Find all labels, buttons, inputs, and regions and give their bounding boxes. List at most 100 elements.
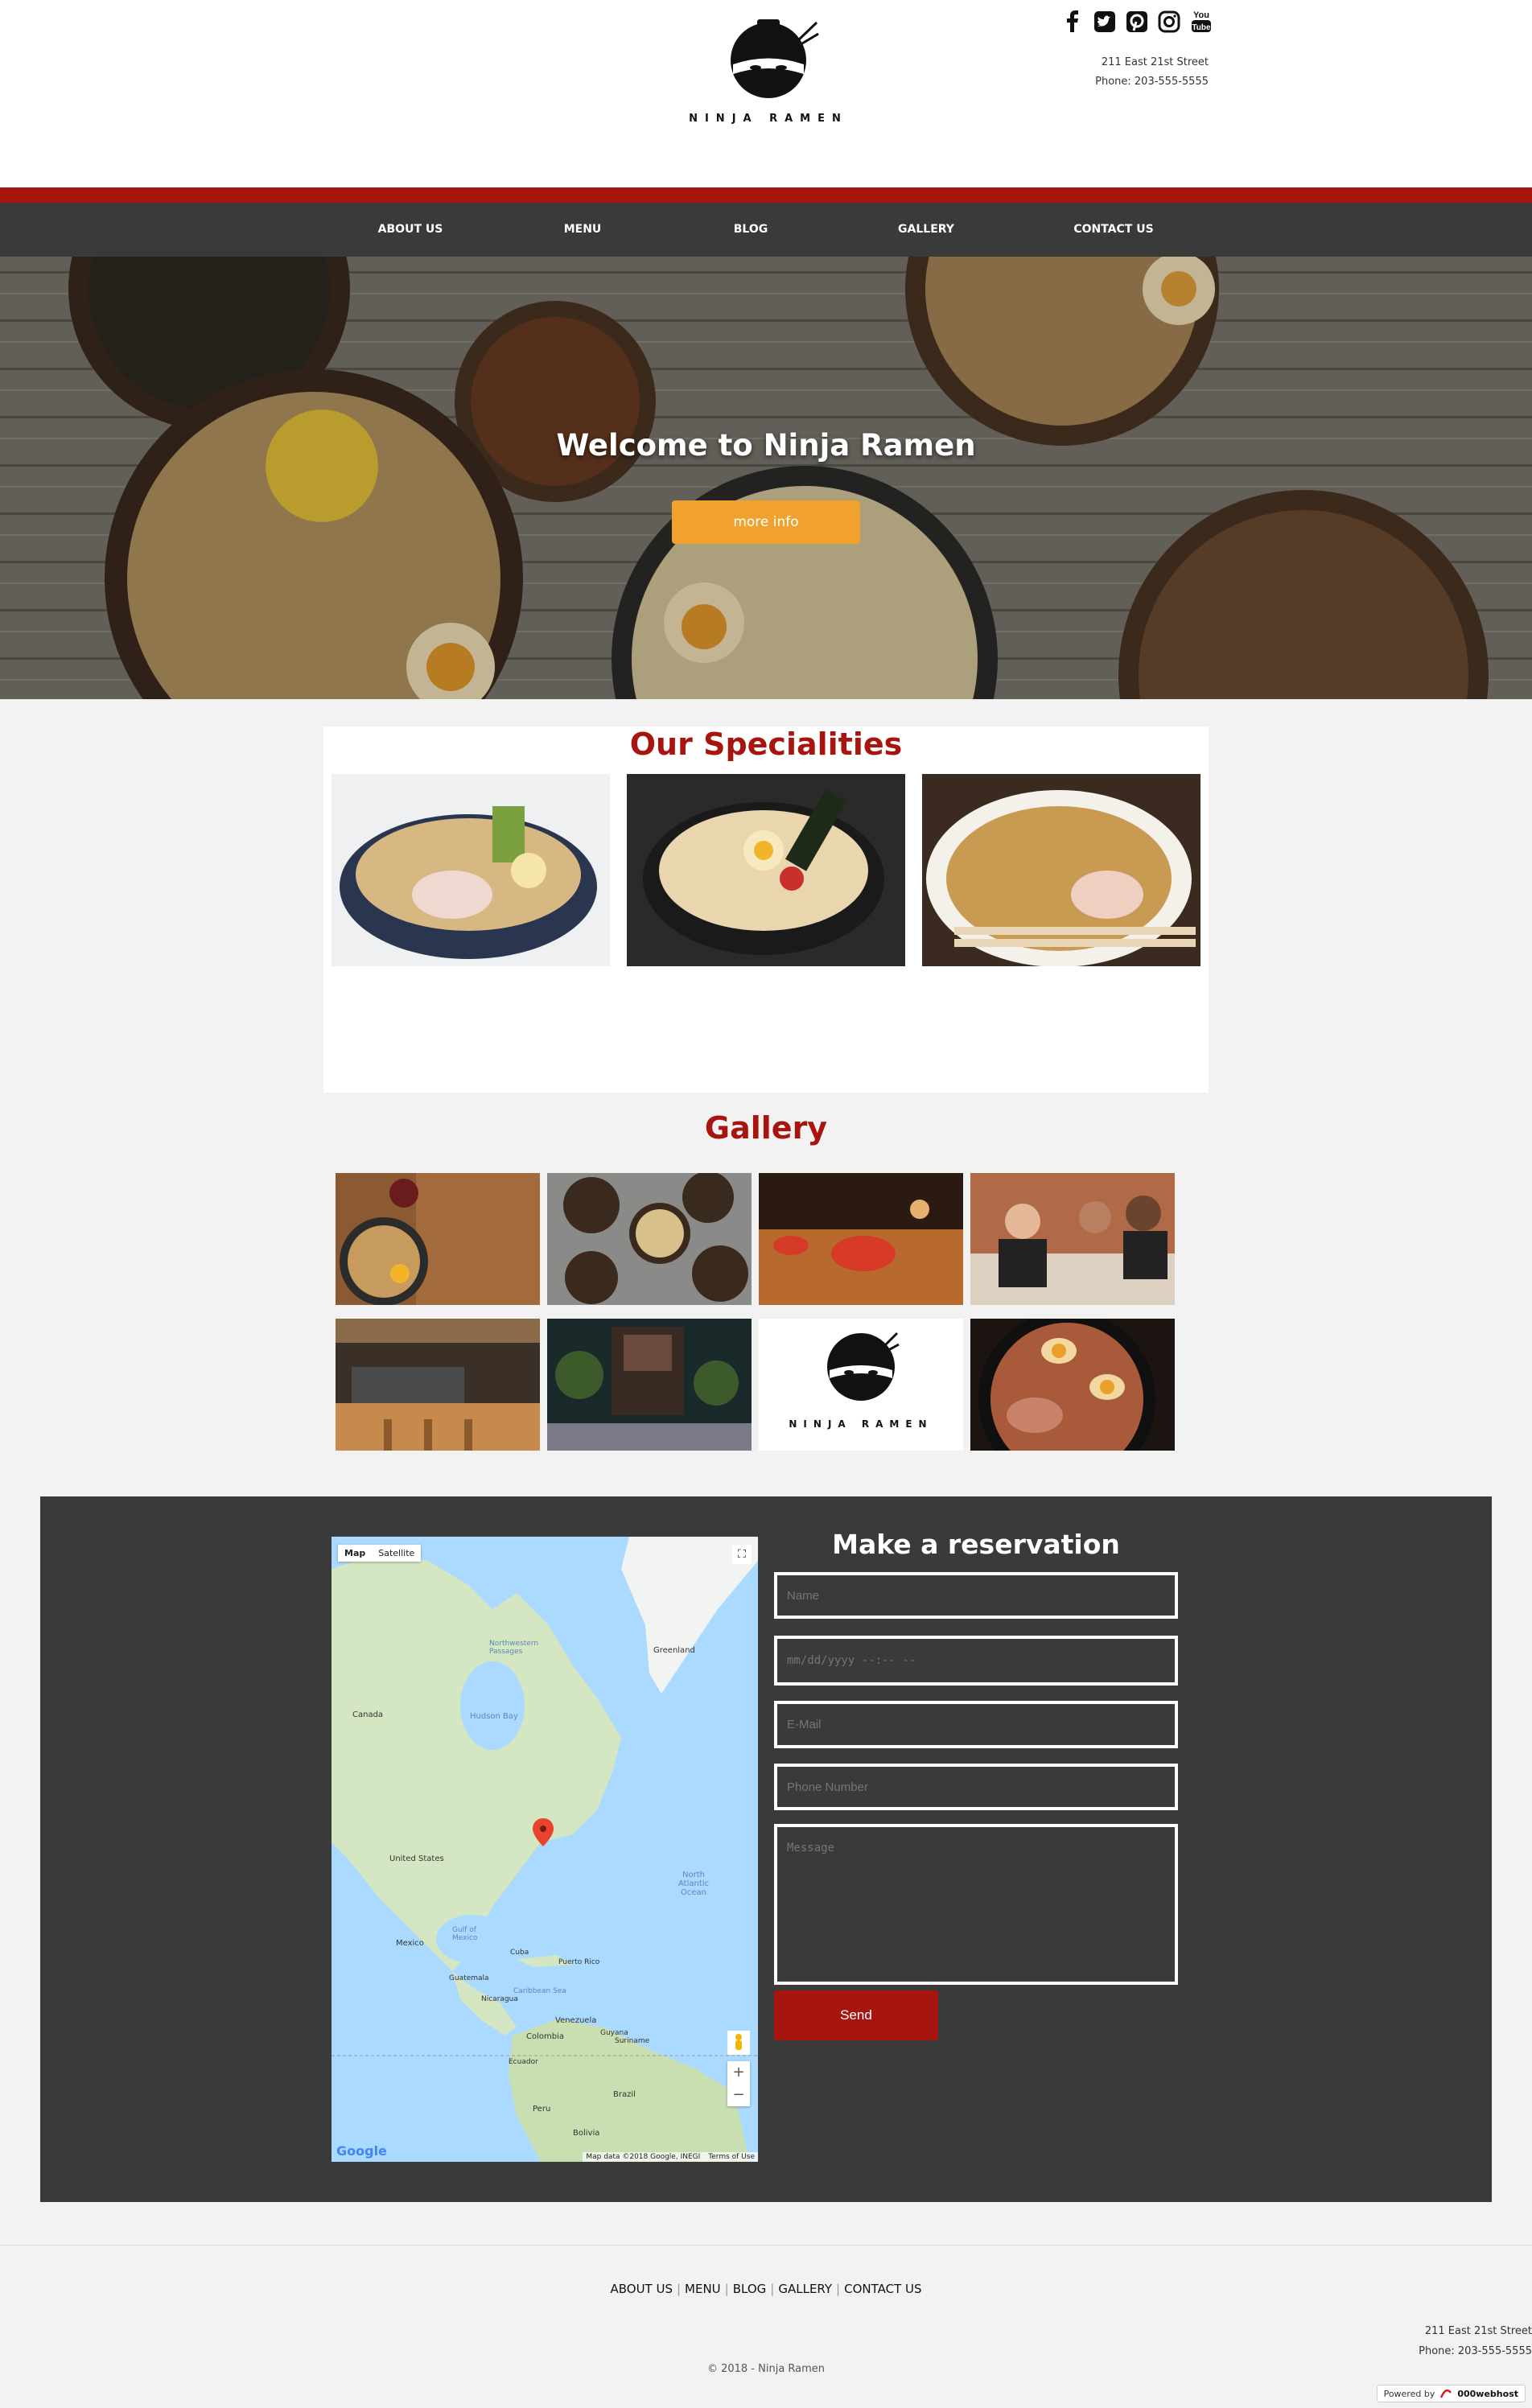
copyright: © 2018 - Ninja Ramen xyxy=(706,2363,826,2375)
nav-about-us[interactable]: ABOUT US xyxy=(346,203,475,257)
nav-blog[interactable]: BLOG xyxy=(686,203,815,257)
footer-link-gallery[interactable]: GALLERY xyxy=(778,2282,832,2296)
header-address: 211 East 21st Street xyxy=(1101,56,1209,68)
message-field[interactable] xyxy=(774,1824,1178,1985)
map-tab-satellite[interactable]: Satellite xyxy=(372,1545,421,1562)
gallery-logo-wordmark: NINJA RAMEN xyxy=(789,1418,933,1430)
google-wordmark: Google xyxy=(336,2143,387,2159)
reservation-title: Make a reservation xyxy=(832,1529,1120,1560)
reservation-form: Make a reservation Send xyxy=(774,1529,1178,2040)
nav-gallery[interactable]: GALLERY xyxy=(862,203,990,257)
map-label: Mexico xyxy=(396,1939,424,1948)
map-tiles xyxy=(332,1537,758,2162)
ninja-bowl-icon xyxy=(731,19,819,98)
footer-link-about-us[interactable]: ABOUT US xyxy=(610,2282,673,2296)
fullscreen-icon[interactable]: ⛶ xyxy=(732,1545,752,1564)
svg-text:Tube: Tube xyxy=(1192,23,1211,32)
name-field[interactable] xyxy=(774,1572,1178,1619)
youtube-icon[interactable]: You Tube xyxy=(1189,8,1213,34)
map-zoom-control: + − xyxy=(727,2061,750,2106)
pegman-icon[interactable] xyxy=(727,2031,750,2055)
map-label: Guatemala xyxy=(449,1974,489,1982)
footer-address: 211 East 21st Street xyxy=(1424,2325,1532,2337)
site-header: NINJA RAMEN You Tube 211 East 21st Street… xyxy=(0,0,1532,187)
specialities-section: Our Specialities xyxy=(323,727,1209,1093)
map-label: Venezuela xyxy=(555,2016,597,2025)
reservation-section: Greenland Canada Hudson Bay Northwestern… xyxy=(40,1496,1492,2202)
speciality-image-1[interactable] xyxy=(332,774,610,966)
hero-title: Welcome to Ninja Ramen xyxy=(556,428,976,463)
speciality-image-2[interactable] xyxy=(627,774,905,966)
gallery-title: Gallery xyxy=(704,1110,828,1146)
map-label: Hudson Bay xyxy=(470,1712,518,1721)
phone-field[interactable] xyxy=(774,1764,1178,1810)
map-data-credit: Map data ©2018 Google, INEGI xyxy=(586,2153,701,2161)
date-time-field[interactable] xyxy=(774,1636,1178,1686)
host-name: 000webhost xyxy=(1457,2388,1518,2399)
footer-link-menu[interactable]: MENU xyxy=(685,2282,721,2296)
social-links: You Tube xyxy=(1060,8,1213,34)
map-label: Ecuador xyxy=(509,2058,538,2066)
facebook-icon[interactable] xyxy=(1060,8,1085,34)
footer-phone: Phone: 203-555-5555 xyxy=(1419,2345,1532,2357)
map-label: North Atlantic Ocean xyxy=(677,1871,710,1897)
powered-by-badge[interactable]: Powered by 000webhost xyxy=(1376,2385,1526,2402)
map-label: Bolivia xyxy=(573,2129,600,2138)
logo-wordmark: NINJA RAMEN xyxy=(689,113,848,125)
map-label: Suriname xyxy=(615,2037,650,2045)
map-label: Gulf of Mexico xyxy=(452,1926,478,1942)
webhost-logo-icon xyxy=(1440,2389,1452,2398)
hero-ramen-image xyxy=(0,257,1532,699)
footer-link-blog[interactable]: BLOG xyxy=(733,2282,767,2296)
ninja-ramen-logo[interactable]: NINJA RAMEN xyxy=(680,16,857,137)
zoom-out-button[interactable]: − xyxy=(727,2084,750,2106)
more-info-button[interactable]: more info xyxy=(672,500,860,544)
google-map[interactable]: Greenland Canada Hudson Bay Northwestern… xyxy=(332,1537,758,2162)
footer-separator: | xyxy=(836,2282,841,2296)
map-label: Guyana xyxy=(600,2029,628,2037)
map-label: Canada xyxy=(352,1710,384,1719)
send-button[interactable]: Send xyxy=(774,1990,938,2040)
map-label: Northwestern Passages xyxy=(489,1640,539,1656)
footer-separator: | xyxy=(676,2282,682,2296)
nav-contact-us[interactable]: CONTACT US xyxy=(1049,203,1178,257)
map-label: Caribbean Sea xyxy=(513,1987,566,1995)
header-phone: Phone: 203-555-5555 xyxy=(1095,76,1209,88)
twitter-icon[interactable] xyxy=(1093,8,1117,34)
map-tab-map[interactable]: Map xyxy=(338,1545,372,1562)
gallery-image-3[interactable] xyxy=(759,1173,963,1305)
specialities-title: Our Specialities xyxy=(629,727,903,762)
map-label: Nicaragua xyxy=(481,1995,518,2003)
gallery-image-6[interactable] xyxy=(547,1319,752,1451)
speciality-image-3[interactable] xyxy=(922,774,1200,966)
map-credits: Map data ©2018 Google, INEGI Terms of Us… xyxy=(583,2152,758,2162)
map-terms-link[interactable]: Terms of Use xyxy=(708,2153,755,2161)
nav-menu[interactable]: MENU xyxy=(518,203,647,257)
ninja-bowl-icon xyxy=(827,1332,900,1401)
gallery-image-8[interactable] xyxy=(970,1319,1175,1451)
footer-link-contact-us[interactable]: CONTACT US xyxy=(844,2282,921,2296)
google-logo: Google xyxy=(336,2143,387,2159)
gallery-image-4[interactable] xyxy=(970,1173,1175,1305)
map-label: Puerto Rico xyxy=(558,1958,600,1966)
pinterest-icon[interactable] xyxy=(1125,8,1149,34)
instagram-icon[interactable] xyxy=(1157,8,1181,34)
footer-contact: 211 East 21st Street Phone: 203-555-5555 xyxy=(1419,2321,1532,2361)
map-label: Cuba xyxy=(510,1949,529,1957)
gallery-image-2[interactable] xyxy=(547,1173,752,1305)
map-label: Greenland xyxy=(653,1646,695,1655)
zoom-in-button[interactable]: + xyxy=(727,2061,750,2084)
map-type-control: Map Satellite xyxy=(338,1545,422,1562)
main-nav: ABOUT US MENU BLOG GALLERY CONTACT US xyxy=(0,203,1532,257)
map-label: Peru xyxy=(533,2105,551,2114)
map-label: United States xyxy=(389,1854,444,1863)
header-contact: 211 East 21st Street Phone: 203-555-5555 xyxy=(1095,53,1209,92)
map-label: Brazil xyxy=(613,2090,636,2099)
gallery-image-5[interactable] xyxy=(336,1319,540,1451)
svg-text:You: You xyxy=(1193,10,1209,20)
map-label: Colombia xyxy=(526,2032,564,2041)
footer-separator: | xyxy=(770,2282,775,2296)
email-field[interactable] xyxy=(774,1701,1178,1748)
gallery-logo-image[interactable]: NINJA RAMEN xyxy=(759,1319,963,1451)
gallery-image-1[interactable] xyxy=(336,1173,540,1305)
